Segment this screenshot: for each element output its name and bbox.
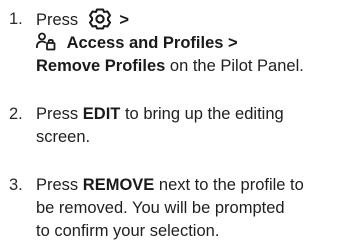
step-text: Press	[36, 105, 79, 123]
step-number: 3.	[9, 176, 23, 194]
profile-lock-icon	[35, 32, 56, 51]
step-text: to bring up the editing	[124, 105, 284, 123]
gear-icon	[87, 8, 113, 30]
step-line: Remove Profiles on the Pilot Panel.	[36, 55, 356, 78]
step-separator: >	[228, 34, 238, 52]
step-text: next to the profile to	[158, 176, 304, 194]
step-line: to confirm your selection.	[36, 222, 220, 240]
menu-path-access-and-profiles: Access and Profiles	[66, 34, 224, 52]
remove-keyword: REMOVE	[82, 176, 155, 194]
menu-path-remove-profiles: Remove Profiles	[36, 57, 166, 75]
step-line: be removed. You will be prompted	[36, 199, 285, 217]
step-line: Press REMOVE next to the profile to	[36, 174, 356, 197]
step-line: Press EDIT to bring up the editing	[36, 103, 356, 126]
step-separator: >	[119, 11, 130, 29]
step-body: Press EDIT to bring up the editing scree…	[36, 103, 356, 149]
step-line: screen.	[36, 128, 91, 146]
step-text: Press	[36, 176, 79, 194]
step-text: Press	[36, 11, 79, 29]
step-body: Press REMOVE next to the profile to be r…	[36, 174, 356, 243]
step-number: 2.	[9, 105, 23, 123]
step-body: Press > Access and Profiles > Remove Pro…	[35, 8, 356, 78]
step-line: Access and Profiles >	[35, 32, 356, 55]
step-number: 1.	[9, 10, 23, 28]
step-text: on the Pilot Panel.	[169, 57, 304, 75]
edit-keyword: EDIT	[82, 105, 121, 123]
step-line: Press >	[36, 8, 356, 32]
